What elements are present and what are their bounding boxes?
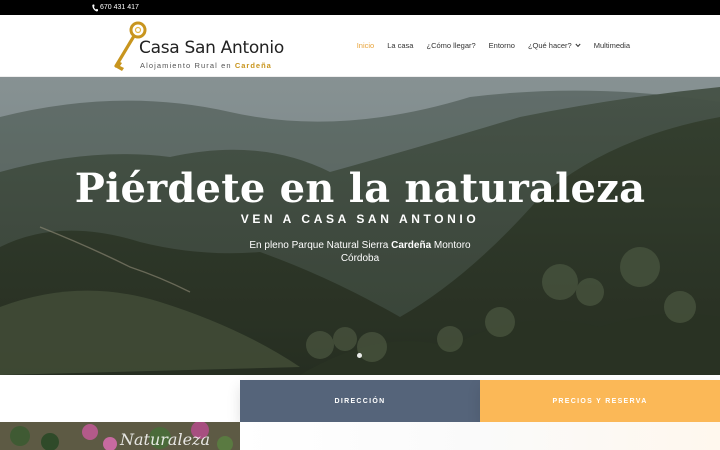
hero-slider: Piérdete en la naturaleza VEN A CASA SAN… xyxy=(0,77,720,375)
naturaleza-thumbnail[interactable]: Naturaleza xyxy=(0,422,240,450)
chevron-down-icon xyxy=(575,43,581,48)
phone-contact[interactable]: 670 431 417 xyxy=(92,3,139,12)
phone-icon xyxy=(92,4,98,11)
brand-name: Casa San Antonio xyxy=(139,38,284,58)
nav-item-que-hacer-label: ¿Qué hacer? xyxy=(527,41,572,50)
phone-number[interactable]: 670 431 417 xyxy=(100,3,139,12)
hero-desc-suffix: Montoro xyxy=(431,240,471,251)
site-header: Casa San Antonio Alojamiento Rural en Ca… xyxy=(0,15,720,77)
nav-item-que-hacer[interactable]: ¿Qué hacer? xyxy=(528,41,581,50)
top-bar: 670 431 417 xyxy=(0,0,720,15)
brand-tagline-accent: Cardeña xyxy=(234,61,272,70)
hero-description: En pleno Parque Natural Sierra Cardeña M… xyxy=(230,239,490,265)
nav-item-multimedia[interactable]: Multimedia xyxy=(594,41,630,50)
direccion-button[interactable]: DIRECCIÓN xyxy=(240,380,480,422)
hero-desc-line2: Córdoba xyxy=(340,253,380,264)
hero-background-image xyxy=(0,77,720,375)
main-nav: Inicio La casa ¿Cómo llegar? Entorno ¿Qu… xyxy=(357,41,630,50)
site-logo[interactable]: Casa San Antonio Alojamiento Rural en Ca… xyxy=(110,20,284,72)
hero-desc-prefix: En pleno Parque Natural Sierra xyxy=(249,240,392,251)
thumbnail-caption: Naturaleza xyxy=(120,430,211,449)
nav-item-entorno[interactable]: Entorno xyxy=(489,41,515,50)
brand-tagline: Alojamiento Rural en Cardeña xyxy=(140,61,272,70)
brand-tagline-text: Alojamiento Rural en xyxy=(140,61,232,70)
nav-item-como-llegar[interactable]: ¿Cómo llegar? xyxy=(426,41,475,50)
nav-item-inicio[interactable]: Inicio xyxy=(357,41,375,50)
slider-dot[interactable] xyxy=(357,353,362,358)
content-panel xyxy=(240,422,720,450)
hero-desc-bold: Cardeña xyxy=(391,240,432,251)
hero-title: Piérdete en la naturaleza xyxy=(74,165,646,212)
hero-subtitle: VEN A CASA SAN ANTONIO xyxy=(240,212,480,226)
precios-reserva-button[interactable]: PRECIOS Y RESERVA xyxy=(480,380,720,422)
nav-item-la-casa[interactable]: La casa xyxy=(387,41,413,50)
